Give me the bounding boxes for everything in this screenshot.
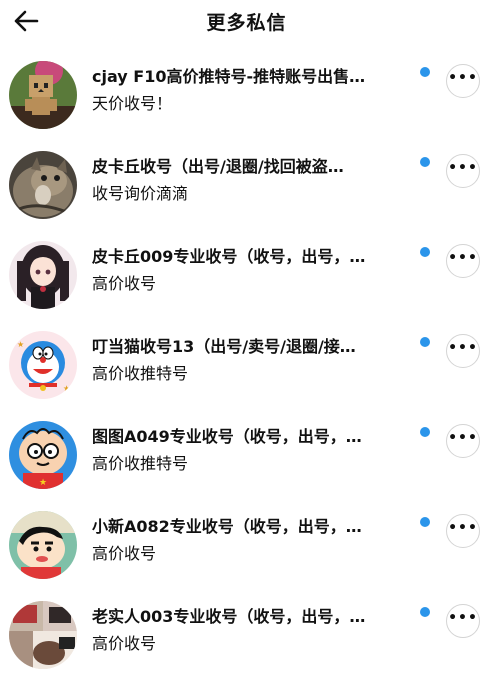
conversation-name: 皮卡丘009专业收号（收号，出号，…: [92, 247, 366, 266]
conversation-name: 图图A049专业收号（收号，出号，…: [92, 427, 362, 446]
top-bar: 更多私信: [0, 0, 493, 44]
conversation-item[interactable]: 小新A082专业收号（收号，出号，… 高价收号 •••: [0, 500, 493, 590]
conversation-item[interactable]: ★ 图图A049专业收号（收号，出号，… 高价收推特号 •••: [0, 410, 493, 500]
more-horizontal-icon: •••: [448, 160, 478, 176]
conversation-item[interactable]: 皮卡丘009专业收号（收号，出号，… 高价收号 •••: [0, 230, 493, 320]
more-horizontal-icon: •••: [448, 430, 478, 446]
more-horizontal-icon: •••: [448, 610, 478, 626]
photo-collage-avatar: [9, 601, 77, 669]
more-horizontal-icon: •••: [448, 250, 478, 266]
shinchan-avatar: [9, 511, 77, 579]
message-preview: 天价收号！: [92, 94, 173, 113]
cartoon-boy-glasses-avatar: ★: [9, 421, 77, 489]
message-preview: 高价收推特号: [92, 364, 189, 383]
conversation-item[interactable]: 皮卡丘收号（出号/退圈/找回被盗… 收号询价滴滴 •••: [0, 140, 493, 230]
more-options-button[interactable]: •••: [446, 514, 480, 548]
svg-text:★: ★: [17, 340, 24, 349]
more-horizontal-icon: •••: [448, 70, 478, 86]
unread-dot: [420, 337, 430, 347]
message-preview: 高价收号: [92, 274, 157, 293]
cardboard-robot-avatar: [9, 61, 77, 129]
unread-dot: [420, 517, 430, 527]
conversation-item[interactable]: cjay F10高价推特号-推特账号出售… 天价收号！ •••: [0, 50, 493, 140]
message-preview: 收号询价滴滴: [92, 184, 189, 203]
conversation-name: 老实人003专业收号（收号，出号，…: [92, 607, 366, 626]
more-horizontal-icon: •••: [448, 520, 478, 536]
more-options-button[interactable]: •••: [446, 604, 480, 638]
unread-dot: [420, 607, 430, 617]
conversation-item[interactable]: 老实人003专业收号（收号，出号，… 高价收号 •••: [0, 590, 493, 680]
unread-dot: [420, 157, 430, 167]
more-options-button[interactable]: •••: [446, 424, 480, 458]
conversation-list: cjay F10高价推特号-推特账号出售… 天价收号！ ••• 皮卡丘收号（出号…: [0, 50, 493, 680]
conversation-name: 皮卡丘收号（出号/退圈/找回被盗…: [92, 157, 344, 176]
anime-girl-avatar: [9, 241, 77, 309]
doraemon-avatar: ★ ★: [9, 331, 77, 399]
conversation-name: 叮当猫收号13（出号/卖号/退圈/接…: [92, 337, 356, 356]
more-options-button[interactable]: •••: [446, 64, 480, 98]
cat-avatar: [9, 151, 77, 219]
unread-dot: [420, 247, 430, 257]
conversation-name: cjay F10高价推特号-推特账号出售…: [92, 67, 366, 86]
svg-text:★: ★: [39, 478, 47, 488]
message-preview: 高价收号: [92, 544, 157, 563]
unread-dot: [420, 427, 430, 437]
message-preview: 高价收号: [92, 634, 157, 653]
message-preview: 高价收推特号: [92, 454, 189, 473]
page-title: 更多私信: [206, 12, 287, 34]
more-options-button[interactable]: •••: [446, 154, 480, 188]
conversation-name: 小新A082专业收号（收号，出号，…: [92, 517, 362, 536]
more-options-button[interactable]: •••: [446, 244, 480, 278]
more-horizontal-icon: •••: [448, 340, 478, 356]
conversation-item[interactable]: ★ ★ 叮当猫收号13（出号/卖号/退圈/接… 高价收推特号 •••: [0, 320, 493, 410]
more-options-button[interactable]: •••: [446, 334, 480, 368]
svg-text:★: ★: [63, 384, 70, 393]
unread-dot: [420, 67, 430, 77]
